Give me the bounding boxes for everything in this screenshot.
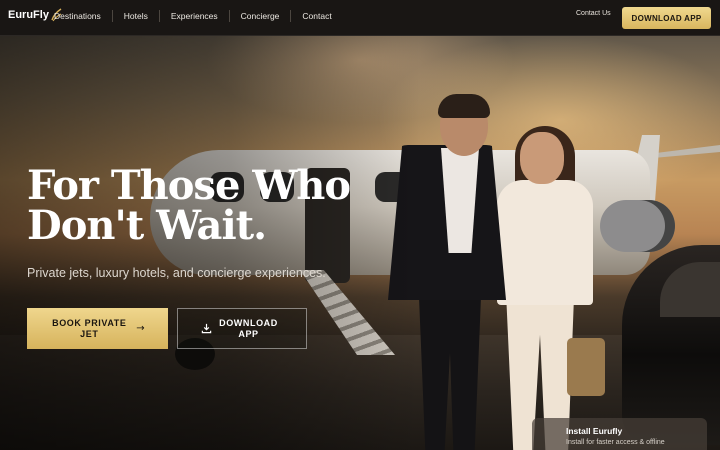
nav-link-concierge[interactable]: Concierge bbox=[228, 10, 291, 22]
handbag bbox=[567, 338, 605, 396]
download-app-nav-button[interactable]: DOWNLOAD APP bbox=[622, 7, 711, 29]
nav-link-experiences[interactable]: Experiences bbox=[158, 10, 229, 22]
nav-link-destinations[interactable]: Destinations bbox=[43, 10, 112, 22]
hero-headline: For Those Who Don't Wait. bbox=[27, 162, 351, 249]
install-prompt[interactable]: Install Eurufly Install for faster acces… bbox=[532, 418, 707, 450]
download-icon bbox=[201, 323, 211, 334]
book-private-jet-button[interactable]: BOOK PRIVATE JET → bbox=[27, 308, 168, 349]
book-button-label: BOOK PRIVATE JET bbox=[52, 317, 127, 339]
woman-head bbox=[520, 132, 564, 184]
woman-figure bbox=[497, 180, 593, 305]
hero-subline: Private jets, luxury hotels, and concier… bbox=[27, 266, 326, 280]
nav-link-contact[interactable]: Contact bbox=[290, 10, 342, 22]
jet-engine bbox=[600, 200, 675, 252]
install-prompt-title: Install Eurufly bbox=[566, 426, 623, 436]
arrow-right-icon: → bbox=[136, 323, 145, 334]
download-app-button[interactable]: DOWNLOAD APP bbox=[177, 308, 307, 349]
contact-us-link[interactable]: Contact Us bbox=[576, 10, 611, 17]
nav-menu: Destinations Hotels Experiences Concierg… bbox=[43, 10, 343, 22]
download-button-label: DOWNLOAD APP bbox=[219, 317, 278, 339]
man-hair bbox=[438, 94, 490, 118]
nav-link-hotels[interactable]: Hotels bbox=[111, 10, 159, 22]
install-prompt-subtitle: Install for faster access & offline bbox=[566, 439, 665, 446]
top-nav: EuruFly Destinations Hotels Experiences … bbox=[0, 0, 720, 36]
